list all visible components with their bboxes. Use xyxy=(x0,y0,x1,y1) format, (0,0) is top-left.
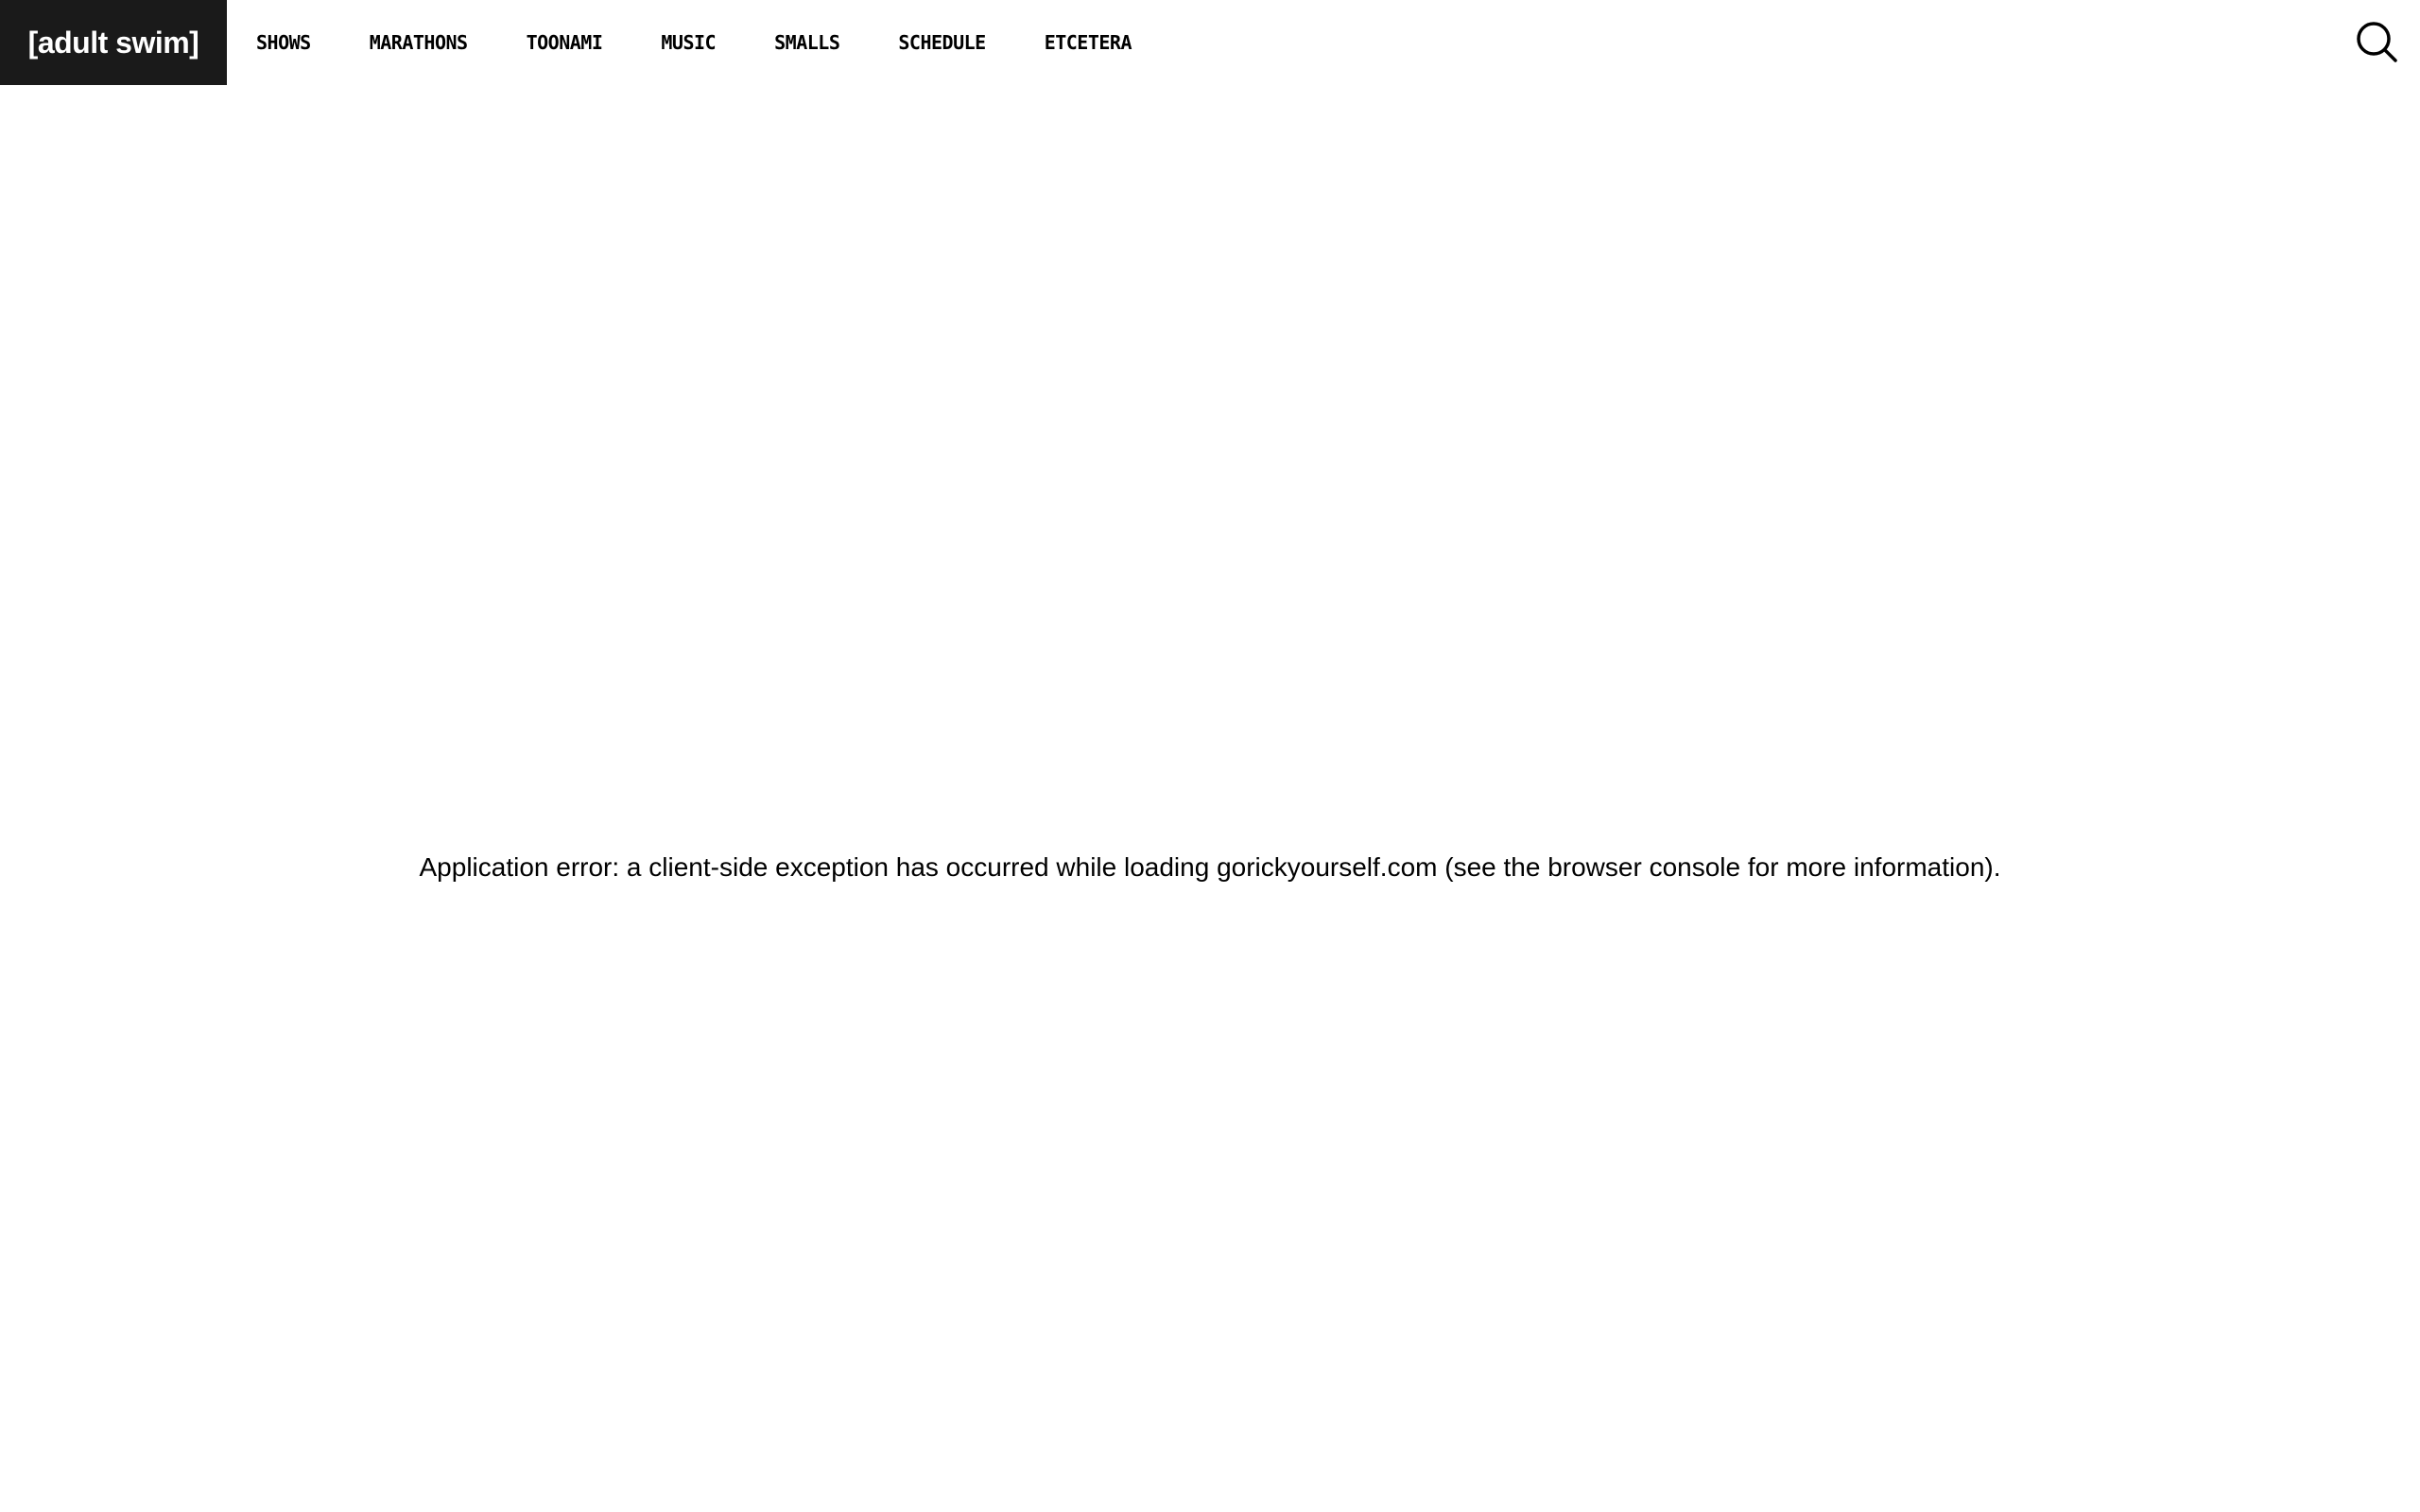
main-nav: SHOWS MARATHONS TOONAMI MUSIC SMALLS SCH… xyxy=(256,0,1190,85)
application-error-message: Application error: a client-side excepti… xyxy=(419,852,2001,882)
search-icon xyxy=(2357,22,2397,62)
nav-item-marathons[interactable]: MARATHONS xyxy=(370,31,468,54)
top-nav-bar: [adult swim] SHOWS MARATHONS TOONAMI MUS… xyxy=(0,0,2420,85)
nav-item-shows[interactable]: SHOWS xyxy=(256,31,311,54)
nav-item-smalls[interactable]: SMALLS xyxy=(774,31,840,54)
nav-item-schedule[interactable]: SCHEDULE xyxy=(898,31,986,54)
adult-swim-logo[interactable]: [adult swim] xyxy=(0,0,227,85)
nav-item-toonami[interactable]: TOONAMI xyxy=(527,31,603,54)
search-button[interactable] xyxy=(2354,19,2399,64)
nav-item-music[interactable]: MUSIC xyxy=(661,31,716,54)
nav-item-etcetera[interactable]: ETCETERA xyxy=(1045,31,1132,54)
